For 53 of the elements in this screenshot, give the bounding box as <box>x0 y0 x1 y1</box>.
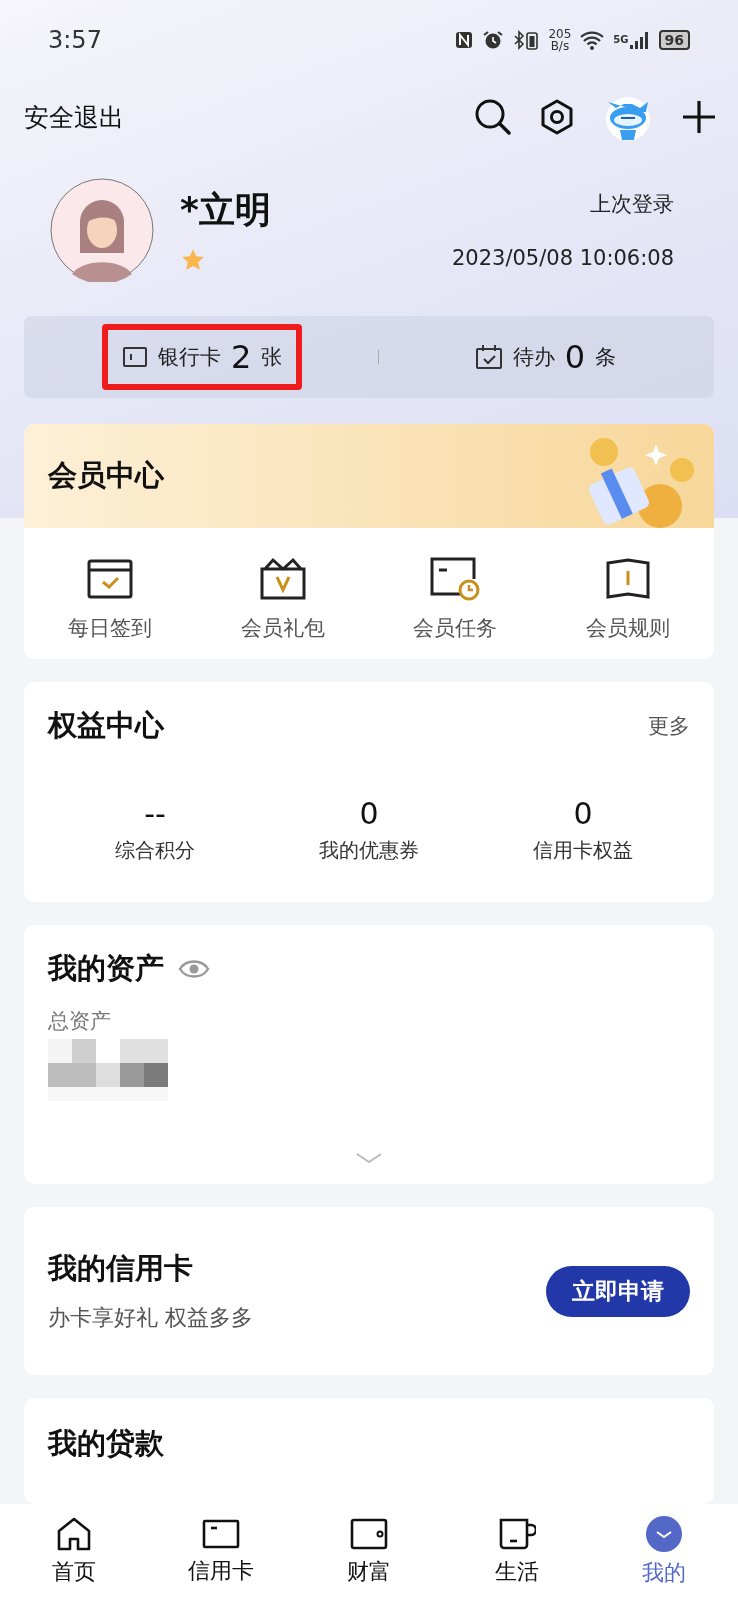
more-link[interactable]: 更多 <box>648 711 690 740</box>
eye-icon[interactable] <box>178 957 210 980</box>
apply-button[interactable]: 立即申请 <box>546 1265 690 1317</box>
last-login-time: 2023/05/08 10:06:08 <box>451 246 674 270</box>
logout-link[interactable]: 安全退出 <box>24 100 124 134</box>
expand-chevron-icon[interactable] <box>355 1152 383 1164</box>
task-clock-icon <box>429 556 482 602</box>
network-type: 5G <box>613 34 629 45</box>
rights-center-title: 权益中心 <box>48 706 164 744</box>
tab-bar-item[interactable]: 我的 <box>604 1516 725 1588</box>
credit-card-title: 我的信用卡 <box>48 1250 194 1287</box>
tab-bar-item[interactable]: 信用卡 <box>161 1518 282 1586</box>
credit-card-subtitle: 办卡享好礼 权益多多 <box>48 1304 253 1332</box>
member-shortcut[interactable]: 会员任务 <box>375 556 536 642</box>
settings-icon[interactable] <box>540 99 574 135</box>
cup-icon <box>497 1517 536 1551</box>
add-icon[interactable] <box>682 100 716 134</box>
card-icon <box>121 346 148 368</box>
rights-metric[interactable]: -- 综合积分 <box>55 795 255 864</box>
search-icon[interactable] <box>474 98 512 136</box>
wallet-icon <box>350 1517 388 1551</box>
rights-metric[interactable]: 0 我的优惠券 <box>269 795 469 864</box>
last-login-label: 上次登录 <box>590 191 674 218</box>
battery-indicator: 96 <box>658 30 690 50</box>
profile-icon <box>646 1516 683 1552</box>
rights-metric[interactable]: 0 信用卡权益 <box>483 795 683 864</box>
card-icon <box>202 1518 241 1550</box>
loans-title: 我的贷款 <box>48 1426 164 1460</box>
wifi-icon <box>579 30 606 50</box>
assets-title: 我的资产 <box>48 949 164 987</box>
tab-bar-item[interactable]: 首页 <box>13 1517 134 1587</box>
member-shortcut[interactable]: 会员规则 <box>547 556 708 642</box>
star-icon <box>180 247 206 273</box>
signal-icon <box>628 30 651 50</box>
summary-item[interactable]: 待办 0 条 <box>454 324 637 390</box>
calendar-check-icon <box>474 344 503 370</box>
summary-item[interactable]: 银行卡 2 张 <box>101 324 303 390</box>
member-shortcut[interactable]: 会员礼包 <box>202 556 363 642</box>
gift-bag-icon <box>258 556 307 602</box>
book-icon <box>604 556 651 602</box>
avatar[interactable] <box>50 178 154 282</box>
network-speed: 205 B/s <box>548 28 572 52</box>
total-assets-label: 总资产 <box>48 1007 112 1035</box>
alarm-icon <box>482 30 505 50</box>
tab-bar-item[interactable]: 生活 <box>456 1517 577 1587</box>
home-icon <box>55 1517 92 1551</box>
bluetooth-battery-icon <box>512 30 541 50</box>
member-shortcut[interactable]: 每日签到 <box>30 556 191 642</box>
nfc-icon <box>454 30 475 50</box>
user-name: *立明 <box>180 188 272 232</box>
member-center-title[interactable]: 会员中心 <box>48 456 164 496</box>
tab-bar-item[interactable]: 财富 <box>309 1517 429 1587</box>
status-time: 3:57 <box>48 26 102 54</box>
